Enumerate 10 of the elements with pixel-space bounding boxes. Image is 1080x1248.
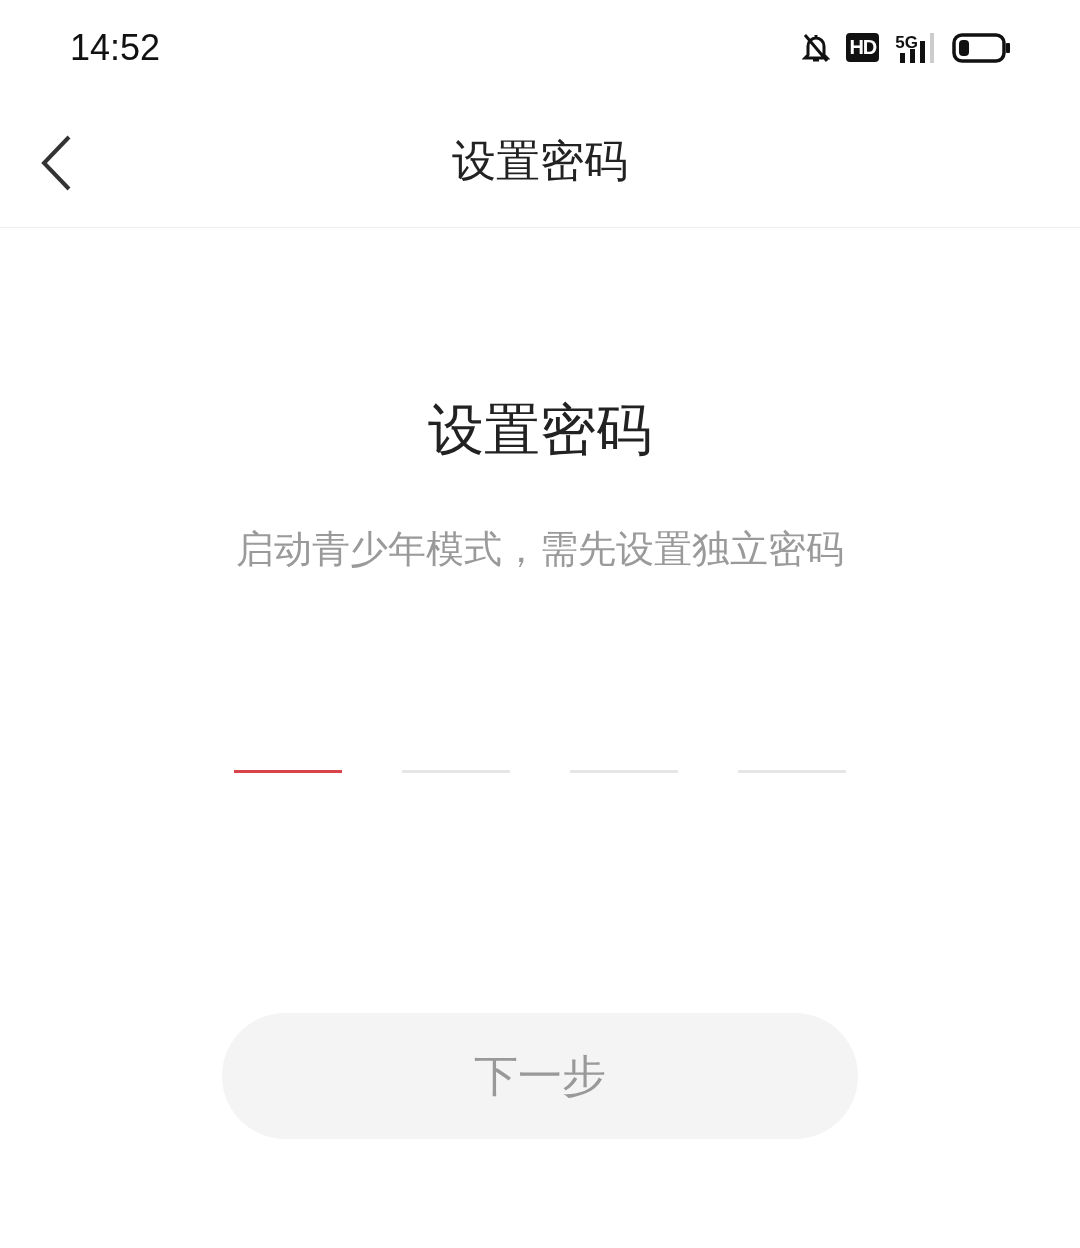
page-title: 设置密码 [452, 133, 628, 188]
battery-icon [952, 32, 1012, 63]
network-type: 5G [895, 32, 918, 53]
subtitle: 启动青少年模式，需先设置独立密码 [236, 526, 844, 573]
code-digit-slot[interactable] [234, 770, 342, 773]
back-icon[interactable] [40, 135, 72, 191]
bell-muted-icon [802, 31, 831, 64]
status-time: 14:52 [70, 26, 161, 69]
heading: 设置密码 [428, 396, 652, 464]
hd-badge: HD [846, 33, 880, 62]
